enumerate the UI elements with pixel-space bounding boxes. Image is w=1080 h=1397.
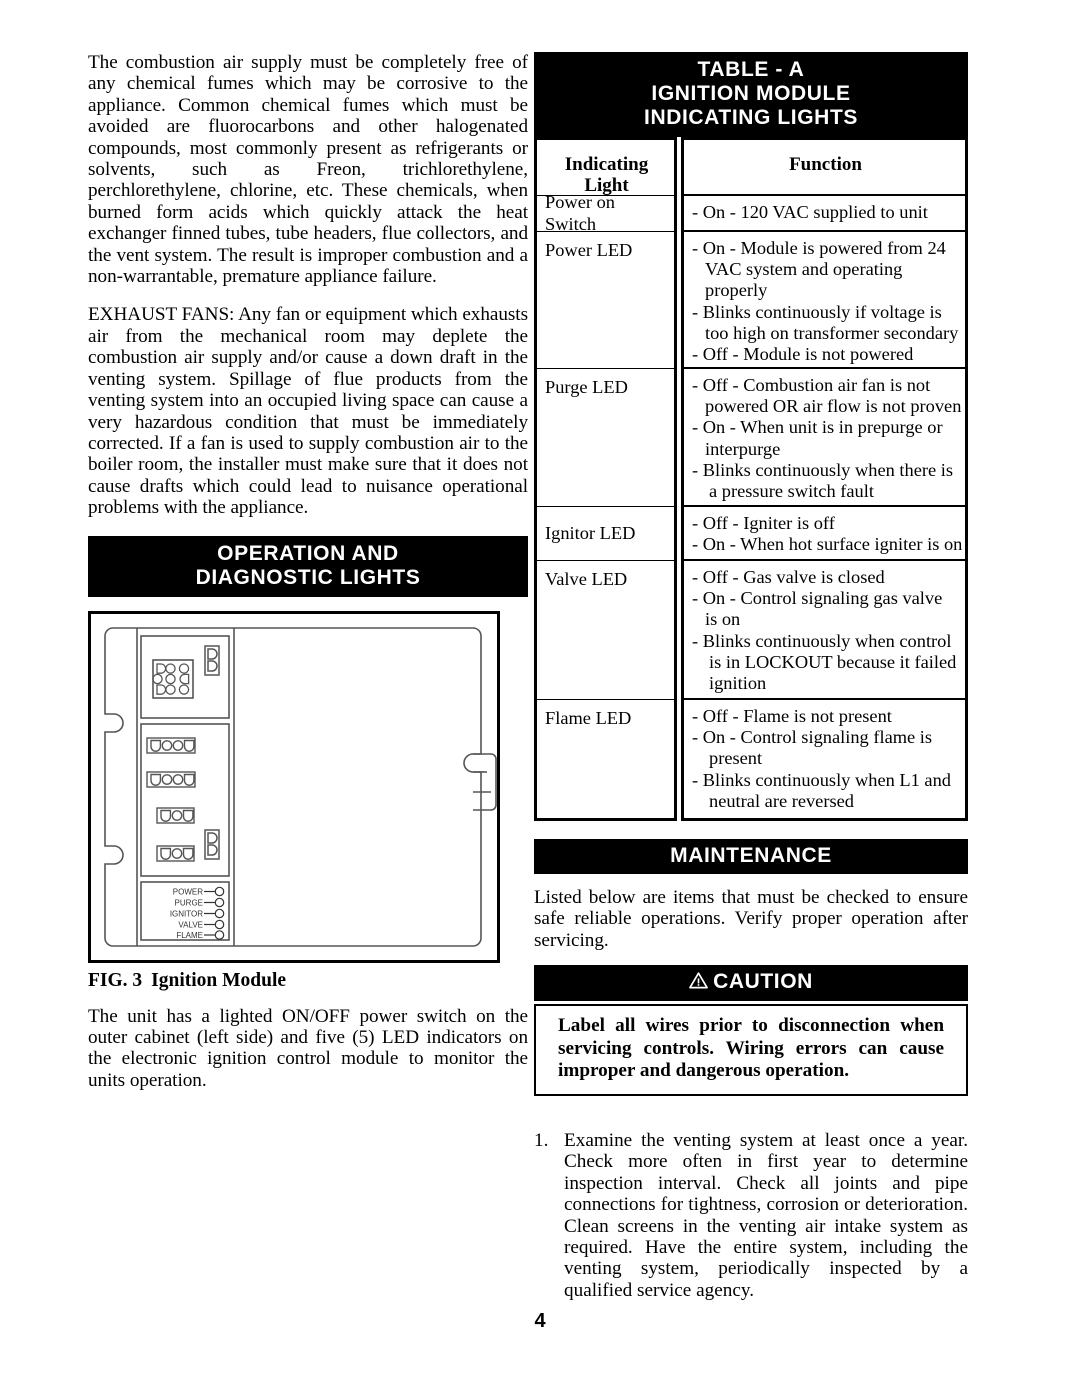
function-line: - On - Control signaling gas valve [692, 588, 943, 609]
table-row: Ignitor LED [537, 507, 674, 561]
table-row: - Off - Combustion air fan is not powere… [684, 369, 965, 507]
led-label-valve: VALVE [178, 920, 203, 929]
table-row: Valve LED [537, 561, 674, 700]
table-row: Purge LED [537, 369, 674, 507]
operation-diagnostic-lights-banner: OPERATION AND DIAGNOSTIC LIGHTS [88, 535, 528, 597]
banner-line-2: DIAGNOSTIC LIGHTS [195, 565, 421, 589]
figure-caption-number: FIG. 3 [88, 969, 143, 991]
table-a: Indicating Light Power on Switch Power L… [534, 137, 968, 821]
caution-text-box: Label all wires prior to disconnection w… [534, 1004, 968, 1096]
paragraph-combustion-air: The combustion air supply must be comple… [88, 52, 528, 288]
table-row: - Off - Flame is not present - On - Cont… [684, 700, 965, 818]
list-item-number: 1. [534, 1130, 549, 1151]
list-item-text: Examine the venting system at least once… [564, 1130, 968, 1301]
warning-triangle-icon [689, 971, 708, 995]
table-row: Power on Switch [537, 192, 674, 234]
function-line: - Blinks continuously if voltage is [692, 301, 942, 322]
left-column: The combustion air supply must be comple… [88, 52, 528, 1108]
led-label-purge: PURGE [175, 898, 203, 907]
table-row: Flame LED [537, 700, 674, 818]
function-line: a pressure switch fault [709, 481, 874, 502]
function-line: - On - When hot surface igniter is on [692, 534, 963, 555]
function-line: too high on transformer secondary [705, 322, 959, 343]
led-label-power: POWER [173, 887, 203, 896]
table-row: - On - 120 VAC supplied to unit [684, 196, 965, 232]
table-header-function: Function [684, 140, 965, 196]
table-banner-line-2: IGNITION MODULE [651, 82, 851, 105]
caution-label: CAUTION [713, 970, 813, 994]
function-line: present [709, 748, 763, 769]
table-a-banner: TABLE - A IGNITION MODULE INDICATING LIG… [534, 52, 968, 137]
function-line: - Blinks continuously when there is [692, 459, 954, 480]
banner-line-1: OPERATION AND [217, 541, 399, 565]
function-line: powered OR air flow is not proven [705, 396, 962, 417]
table-column-indicating-light: Indicating Light Power on Switch Power L… [534, 137, 677, 821]
caution-text: Label all wires prior to disconnection w… [558, 1015, 944, 1082]
caution-banner: CAUTION [534, 965, 968, 1002]
table-row: - On - Module is powered from 24 VAC sys… [684, 232, 965, 369]
led-label-flame: FLAME [176, 931, 203, 940]
figure-3-caption: FIG. 3 Ignition Module [88, 970, 528, 992]
function-line: - Off - Flame is not present [692, 706, 892, 726]
function-line: is in LOCKOUT because it failed [709, 651, 957, 672]
table-row: - Off - Igniter is off - On - When hot s… [684, 507, 965, 561]
figure-3-ignition-module: POWER PURGE IGNITOR VALVE FLAME [88, 610, 500, 963]
document-page: The combustion air supply must be comple… [0, 0, 1080, 1397]
function-line: - On - When unit is in prepurge or [692, 417, 943, 438]
list-item: 1. Examine the venting system at least o… [534, 1130, 968, 1301]
function-line: - Blinks continuously when control [692, 630, 952, 651]
function-line: neutral are reversed [709, 790, 854, 811]
table-banner-line-1: TABLE - A [697, 58, 805, 81]
function-line: properly [705, 280, 768, 301]
paragraph-exhaust-fans: EXHAUST FANS: Any fan or equipment which… [88, 304, 528, 519]
table-row: - Off - Gas valve is closed - On - Contr… [684, 561, 965, 700]
function-line: - Off - Gas valve is closed [692, 567, 885, 587]
table-row: Power LED [537, 232, 674, 369]
table-column-function: Function - On - 120 VAC supplied to unit… [681, 137, 968, 821]
light-name: Power LED [545, 240, 633, 260]
function-line: - Off - Combustion air fan is not [692, 375, 931, 395]
function-line: VAC system and operating [705, 259, 903, 280]
paragraph-power-switch-leds: The unit has a lighted ON/OFF power swit… [88, 1005, 528, 1091]
function-line: - On - Module is powered from 24 [692, 238, 946, 258]
table-header-indicating-light: Indicating Light [537, 140, 674, 196]
function-line: - Off - Igniter is off [692, 513, 835, 533]
page-number: 4 [534, 1310, 546, 1332]
maintenance-numbered-list: 1. Examine the venting system at least o… [534, 1130, 968, 1301]
light-name: Purge LED [545, 377, 628, 397]
light-name: Ignitor LED [545, 522, 636, 543]
function-line: is on [705, 609, 741, 630]
function-line: ignition [709, 673, 767, 694]
ignition-module-drawing: POWER PURGE IGNITOR VALVE FLAME [104, 626, 497, 947]
light-name: Valve LED [545, 569, 628, 589]
function-line: - On - Control signaling flame is [692, 727, 933, 748]
table-banner-line-3: INDICATING LIGHTS [644, 106, 858, 129]
function-line: - Off - Module is not powered [692, 344, 914, 365]
light-name: Flame LED [545, 708, 632, 728]
figure-caption-title: Ignition Module [151, 969, 287, 991]
led-label-ignitor: IGNITOR [170, 909, 203, 918]
function-line: interpurge [705, 438, 781, 459]
right-column: TABLE - A IGNITION MODULE INDICATING LIG… [534, 52, 968, 1301]
function-line: - Blinks continuously when L1 and [692, 769, 951, 790]
light-name: Power on Switch [545, 192, 615, 234]
maintenance-intro-paragraph: Listed below are items that must be chec… [534, 887, 968, 951]
maintenance-banner: MAINTENANCE [534, 839, 968, 874]
function-line: - On - 120 VAC supplied to unit [692, 202, 928, 222]
